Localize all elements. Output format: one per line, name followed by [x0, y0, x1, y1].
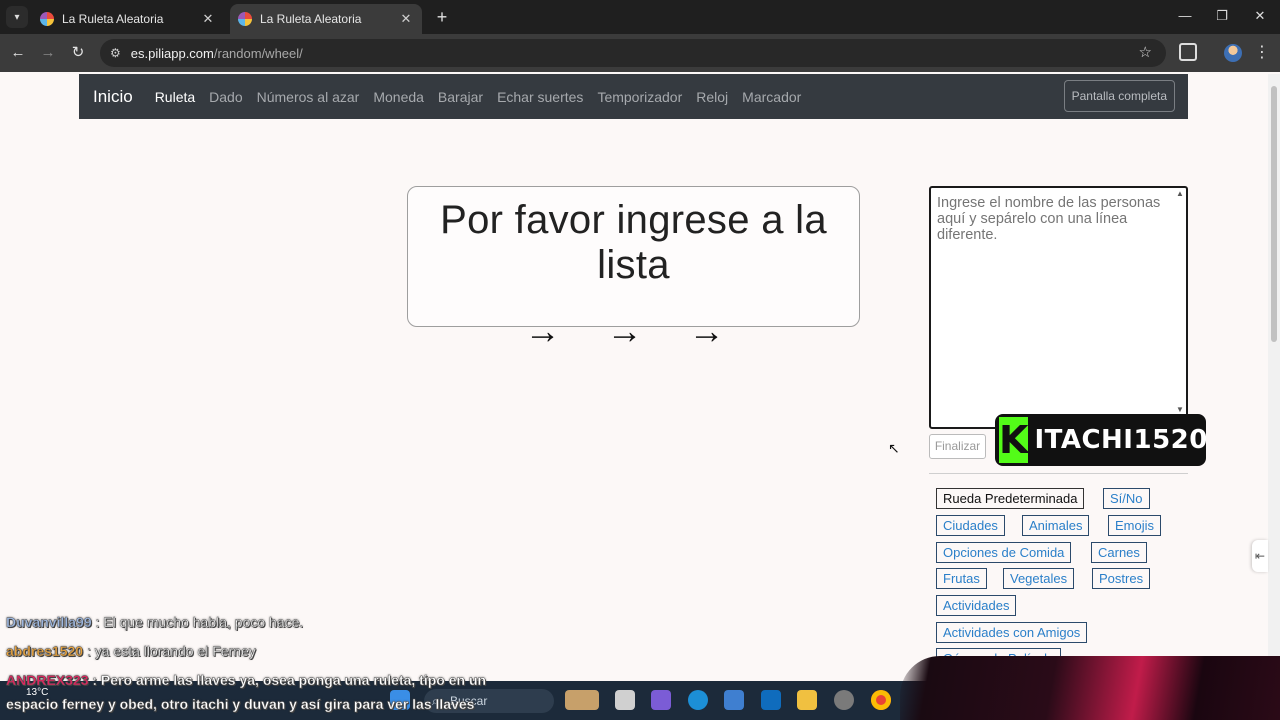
preset-vegetales[interactable]: Vegetales — [1003, 568, 1075, 589]
nav-link-dado[interactable]: Dado — [209, 89, 242, 105]
preset-postres[interactable]: Postres — [1092, 568, 1151, 589]
preset-animales[interactable]: Animales — [1022, 515, 1090, 536]
nav-link-ruleta[interactable]: Ruleta — [155, 89, 195, 105]
nav-link-marcador[interactable]: Marcador — [742, 89, 801, 105]
forward-arrow-icon[interactable]: → — [38, 43, 58, 63]
back-arrow-icon[interactable]: ← — [8, 43, 28, 63]
names-input[interactable] — [929, 186, 1188, 429]
url-path: /random/wheel/ — [213, 45, 303, 61]
preset-si-no[interactable]: Sí/No — [1103, 488, 1150, 509]
kick-channel-badge: K ITACHI1520 — [995, 414, 1208, 466]
file-explorer-icon[interactable] — [797, 690, 817, 710]
stream-decoration — [900, 656, 1280, 720]
browser-menu-icon[interactable]: ⋮ — [1254, 42, 1270, 62]
restore-icon[interactable]: ❐ — [1207, 6, 1237, 26]
divider — [929, 473, 1188, 474]
chrome-icon[interactable] — [871, 690, 891, 710]
browser-tab-1[interactable]: La Ruleta Aleatoria ✕ — [32, 4, 224, 34]
minimize-icon[interactable]: — — [1170, 6, 1200, 26]
widgets-icon[interactable] — [565, 690, 599, 710]
task-view-icon[interactable] — [615, 690, 635, 710]
copilot-icon[interactable] — [651, 690, 671, 710]
nav-link-echar-suertes[interactable]: Echar suertes — [497, 89, 583, 105]
outlook-icon[interactable] — [761, 690, 781, 710]
tab-title: La Ruleta Aleatoria — [260, 12, 362, 26]
url-host: es.piliapp.com — [130, 45, 214, 61]
nav-link-temporizador[interactable]: Temporizador — [597, 89, 682, 105]
reload-icon[interactable]: ↻ — [68, 43, 88, 63]
site-favicon-icon — [40, 12, 54, 26]
preset-opciones-comida[interactable]: Opciones de Comida — [936, 542, 1072, 563]
preset-actividades-amigos[interactable]: Actividades con Amigos — [936, 622, 1088, 643]
scroll-up-icon[interactable]: ▲ — [1176, 189, 1184, 198]
kick-logo-icon: K — [999, 417, 1029, 463]
mouse-cursor-icon: ↖ — [888, 440, 900, 456]
settings-app-icon[interactable] — [834, 690, 854, 710]
address-bar: ← → ↻ ⚙ es.piliapp.com/random/wheel/ ☆ ⋮ — [0, 34, 1280, 72]
preset-actividades[interactable]: Actividades — [936, 595, 1017, 616]
close-window-icon[interactable]: ✕ — [1245, 6, 1275, 26]
store-icon[interactable] — [724, 690, 744, 710]
tab-search-icon[interactable]: ▾ — [6, 6, 28, 28]
nav-link-barajar[interactable]: Barajar — [438, 89, 483, 105]
preset-ciudades[interactable]: Ciudades — [936, 515, 1005, 536]
preset-carnes[interactable]: Carnes — [1091, 542, 1147, 563]
wheel-message: Por favor ingrese a la lista — [440, 198, 827, 287]
nav-link-moneda[interactable]: Moneda — [373, 89, 424, 105]
browser-tab-bar: ▾ La Ruleta Aleatoria ✕ La Ruleta Aleato… — [0, 0, 1280, 34]
fullscreen-button[interactable]: Pantalla completa — [1063, 80, 1175, 112]
chat-text: : El que mucho habla, poco hace. — [95, 614, 304, 630]
channel-name: ITACHI1520 — [1034, 425, 1208, 455]
close-tab-icon[interactable]: ✕ — [200, 11, 216, 27]
chat-message: abdres1520 : ya esta llorando el Ferney — [6, 643, 256, 659]
chat-text: : ya esta llorando el Ferney — [86, 643, 256, 659]
preset-frutas[interactable]: Frutas — [936, 568, 987, 589]
extensions-icon[interactable] — [1179, 43, 1197, 61]
bookmark-star-icon[interactable]: ☆ — [1139, 43, 1152, 61]
site-favicon-icon — [238, 12, 252, 26]
chat-message: Duvanvilla99 : El que mucho habla, poco … — [6, 614, 304, 630]
nav-brand-link[interactable]: Inicio — [93, 87, 133, 107]
wheel-placeholder: Por favor ingrese a la lista → → → — [407, 186, 860, 351]
edge-icon[interactable] — [688, 690, 708, 710]
nav-link-numeros[interactable]: Números al azar — [257, 89, 360, 105]
chat-username: abdres1520 — [6, 643, 84, 659]
url-field[interactable]: ⚙ es.piliapp.com/random/wheel/ ☆ — [100, 39, 1166, 67]
tab-title: La Ruleta Aleatoria — [62, 12, 164, 26]
chat-message-continuation: espacio ferney y obed, otro itachi y duv… — [6, 696, 475, 712]
preset-rueda-predeterminada[interactable]: Rueda Predeterminada — [936, 488, 1085, 509]
browser-tab-2[interactable]: La Ruleta Aleatoria ✕ — [230, 4, 422, 34]
new-tab-icon[interactable]: + — [432, 7, 452, 27]
finalize-button[interactable]: Finalizar — [929, 434, 986, 459]
chat-text: : Pero arme las llaves ya, osea ponga un… — [92, 672, 487, 688]
side-panel-handle-icon[interactable]: ⇤ — [1252, 540, 1268, 572]
arrow-icons: → → → — [524, 310, 743, 351]
scrollbar-thumb[interactable] — [1271, 86, 1277, 342]
close-tab-icon[interactable]: ✕ — [398, 11, 414, 27]
page-scrollbar[interactable] — [1268, 74, 1280, 681]
nav-link-reloj[interactable]: Reloj — [696, 89, 728, 105]
chat-username: ANDREX323 — [6, 672, 89, 688]
profile-avatar[interactable] — [1224, 44, 1242, 62]
scroll-down-icon[interactable]: ▼ — [1176, 405, 1184, 414]
site-info-icon[interactable]: ⚙ — [110, 46, 121, 60]
preset-emojis[interactable]: Emojis — [1108, 515, 1162, 536]
chat-message: ANDREX323 : Pero arme las llaves ya, ose… — [6, 672, 486, 688]
chat-username: Duvanvilla99 — [6, 614, 92, 630]
site-navbar: Inicio Ruleta Dado Números al azar Moned… — [79, 74, 1188, 119]
